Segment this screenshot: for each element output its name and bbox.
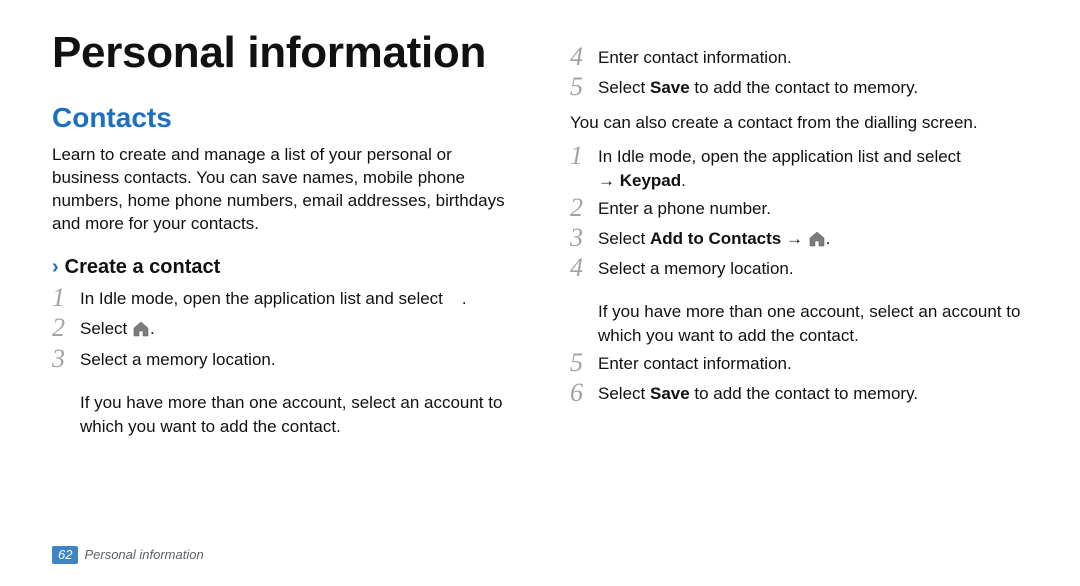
step-body: Select a memory location. bbox=[598, 257, 1028, 281]
alt-step-5: 5 Enter contact information. bbox=[570, 352, 1028, 378]
step-number: 5 bbox=[570, 350, 598, 376]
step-number: 2 bbox=[570, 195, 598, 221]
two-column-layout: Personal information Contacts Learn to c… bbox=[52, 30, 1028, 442]
alt-steps-cont: 5 Enter contact information. 6 Select Sa… bbox=[570, 352, 1028, 408]
step-number: 2 bbox=[52, 315, 80, 341]
left-column: Personal information Contacts Learn to c… bbox=[52, 30, 510, 442]
page-number: 62 bbox=[52, 546, 78, 564]
alt-step-4-note: If you have more than one account, selec… bbox=[598, 300, 1028, 348]
step-1: 1 In Idle mode, open the application lis… bbox=[52, 287, 510, 313]
step-number: 3 bbox=[52, 346, 80, 372]
page-footer: 62 Personal information bbox=[52, 546, 204, 564]
step-2: 2 Select . bbox=[52, 317, 510, 344]
alt-steps: 1 In Idle mode, open the application lis… bbox=[570, 145, 1028, 283]
create-steps-cont: 4 Enter contact information. 5 Select Sa… bbox=[570, 46, 1028, 102]
subheading-create-contact: › Create a contact bbox=[52, 256, 510, 279]
step-body: Select . bbox=[80, 317, 510, 344]
alt-intro: You can also create a contact from the d… bbox=[570, 112, 1028, 135]
section-intro: Learn to create and manage a list of you… bbox=[52, 144, 510, 236]
right-column: 4 Enter contact information. 5 Select Sa… bbox=[570, 30, 1028, 442]
step-body: Enter a phone number. bbox=[598, 197, 1028, 221]
step-3: 3 Select a memory location. bbox=[52, 348, 510, 374]
step-body: Select Save to add the contact to memory… bbox=[598, 382, 1028, 406]
step-body: In Idle mode, open the application list … bbox=[598, 145, 1028, 193]
step-body: Select Save to add the contact to memory… bbox=[598, 76, 1028, 100]
alt-step-3: 3 Select Add to Contacts → . bbox=[570, 227, 1028, 254]
step-body: Enter contact information. bbox=[598, 46, 1028, 70]
step-number: 1 bbox=[52, 285, 80, 311]
footer-label: Personal information bbox=[84, 547, 203, 562]
step-number: 1 bbox=[570, 143, 598, 169]
step-5: 5 Select Save to add the contact to memo… bbox=[570, 76, 1028, 102]
alt-step-4: 4 Select a memory location. bbox=[570, 257, 1028, 283]
section-heading-contacts: Contacts bbox=[52, 102, 510, 134]
subheading-text: Create a contact bbox=[65, 256, 221, 278]
step-body: In Idle mode, open the application list … bbox=[80, 287, 510, 311]
step-number: 4 bbox=[570, 255, 598, 281]
step-number: 6 bbox=[570, 380, 598, 406]
create-steps: 1 In Idle mode, open the application lis… bbox=[52, 287, 510, 374]
step-body: Select Add to Contacts → . bbox=[598, 227, 1028, 254]
alt-step-1: 1 In Idle mode, open the application lis… bbox=[570, 145, 1028, 193]
alt-step-6: 6 Select Save to add the contact to memo… bbox=[570, 382, 1028, 408]
page-title: Personal information bbox=[52, 30, 510, 76]
house-icon bbox=[132, 320, 150, 344]
alt-step-2: 2 Enter a phone number. bbox=[570, 197, 1028, 223]
chevron-icon: › bbox=[52, 256, 59, 278]
step-4: 4 Enter contact information. bbox=[570, 46, 1028, 72]
step-3-note: If you have more than one account, selec… bbox=[80, 391, 510, 439]
manual-page: Personal information Contacts Learn to c… bbox=[0, 0, 1080, 586]
step-body: Select a memory location. bbox=[80, 348, 510, 372]
house-icon bbox=[808, 230, 826, 254]
step-number: 4 bbox=[570, 44, 598, 70]
step-number: 5 bbox=[570, 74, 598, 100]
step-body: Enter contact information. bbox=[598, 352, 1028, 376]
step-number: 3 bbox=[570, 225, 598, 251]
